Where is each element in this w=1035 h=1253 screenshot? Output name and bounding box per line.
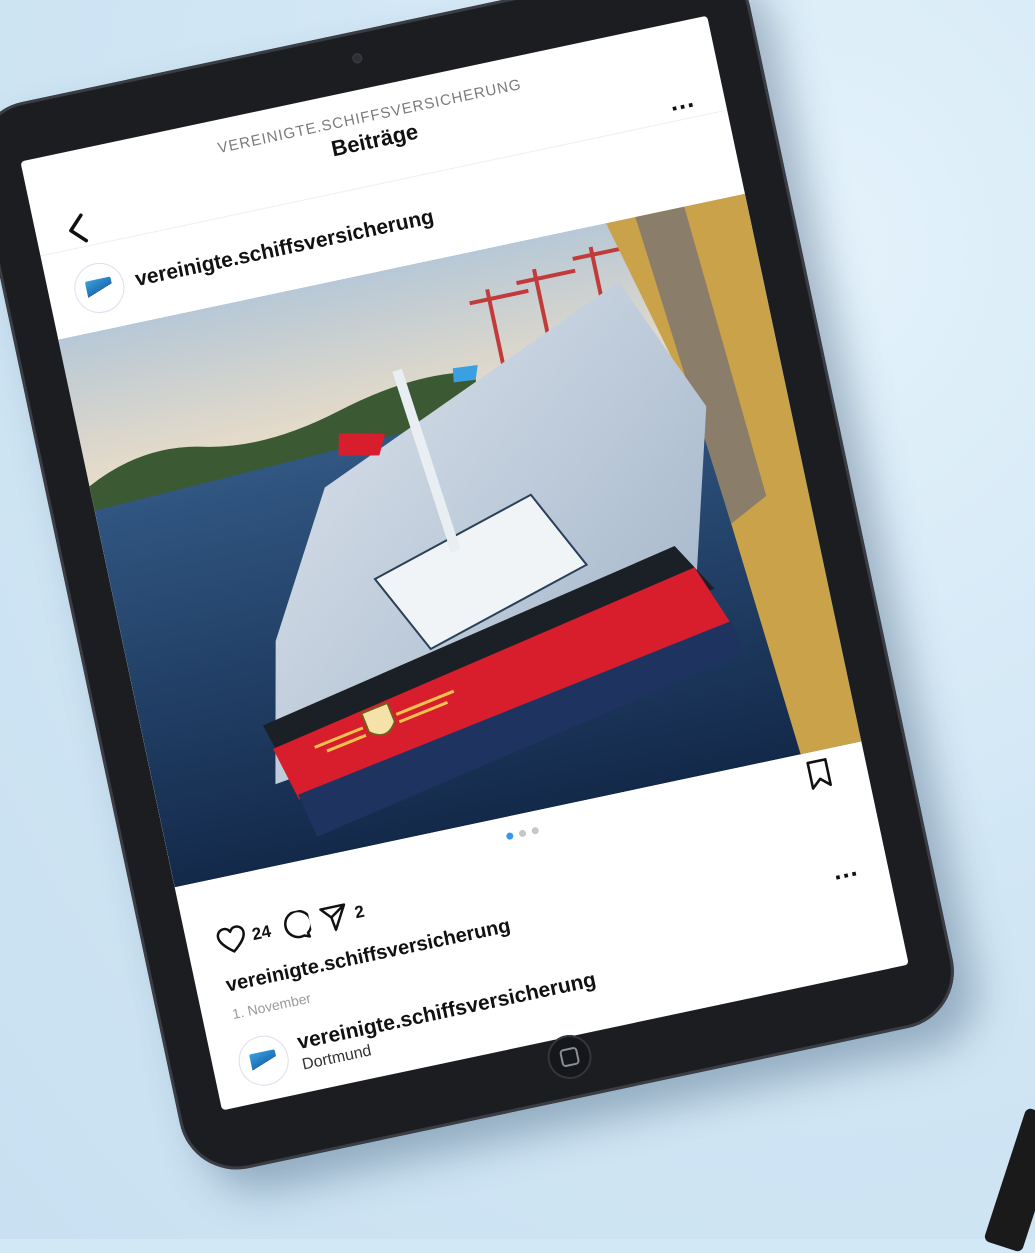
back-icon[interactable] bbox=[63, 211, 91, 247]
avatar[interactable] bbox=[234, 1031, 294, 1091]
bookmark-icon[interactable] bbox=[804, 757, 834, 791]
like-count: 24 bbox=[250, 921, 273, 945]
carousel-dot-3 bbox=[530, 826, 539, 835]
logo-icon bbox=[84, 276, 114, 300]
share-action[interactable]: 2 bbox=[317, 897, 368, 936]
comment-action[interactable] bbox=[278, 908, 314, 944]
app-screen: VEREINIGTE.SCHIFFSVERSICHERUNG Beiträge … bbox=[20, 15, 909, 1111]
carousel-dot-1 bbox=[505, 832, 514, 841]
like-action[interactable]: 24 bbox=[214, 918, 274, 957]
front-camera bbox=[351, 52, 364, 65]
carousel-dot-2 bbox=[517, 829, 527, 838]
comment-icon bbox=[283, 909, 313, 939]
more-icon[interactable]: ... bbox=[666, 83, 696, 117]
avatar[interactable] bbox=[69, 258, 130, 318]
logo-icon bbox=[249, 1049, 279, 1073]
more-icon[interactable]: ... bbox=[830, 851, 860, 885]
share-icon bbox=[319, 903, 346, 932]
heart-icon bbox=[216, 925, 245, 953]
share-count: 2 bbox=[352, 901, 367, 923]
home-button-icon bbox=[558, 1046, 581, 1068]
